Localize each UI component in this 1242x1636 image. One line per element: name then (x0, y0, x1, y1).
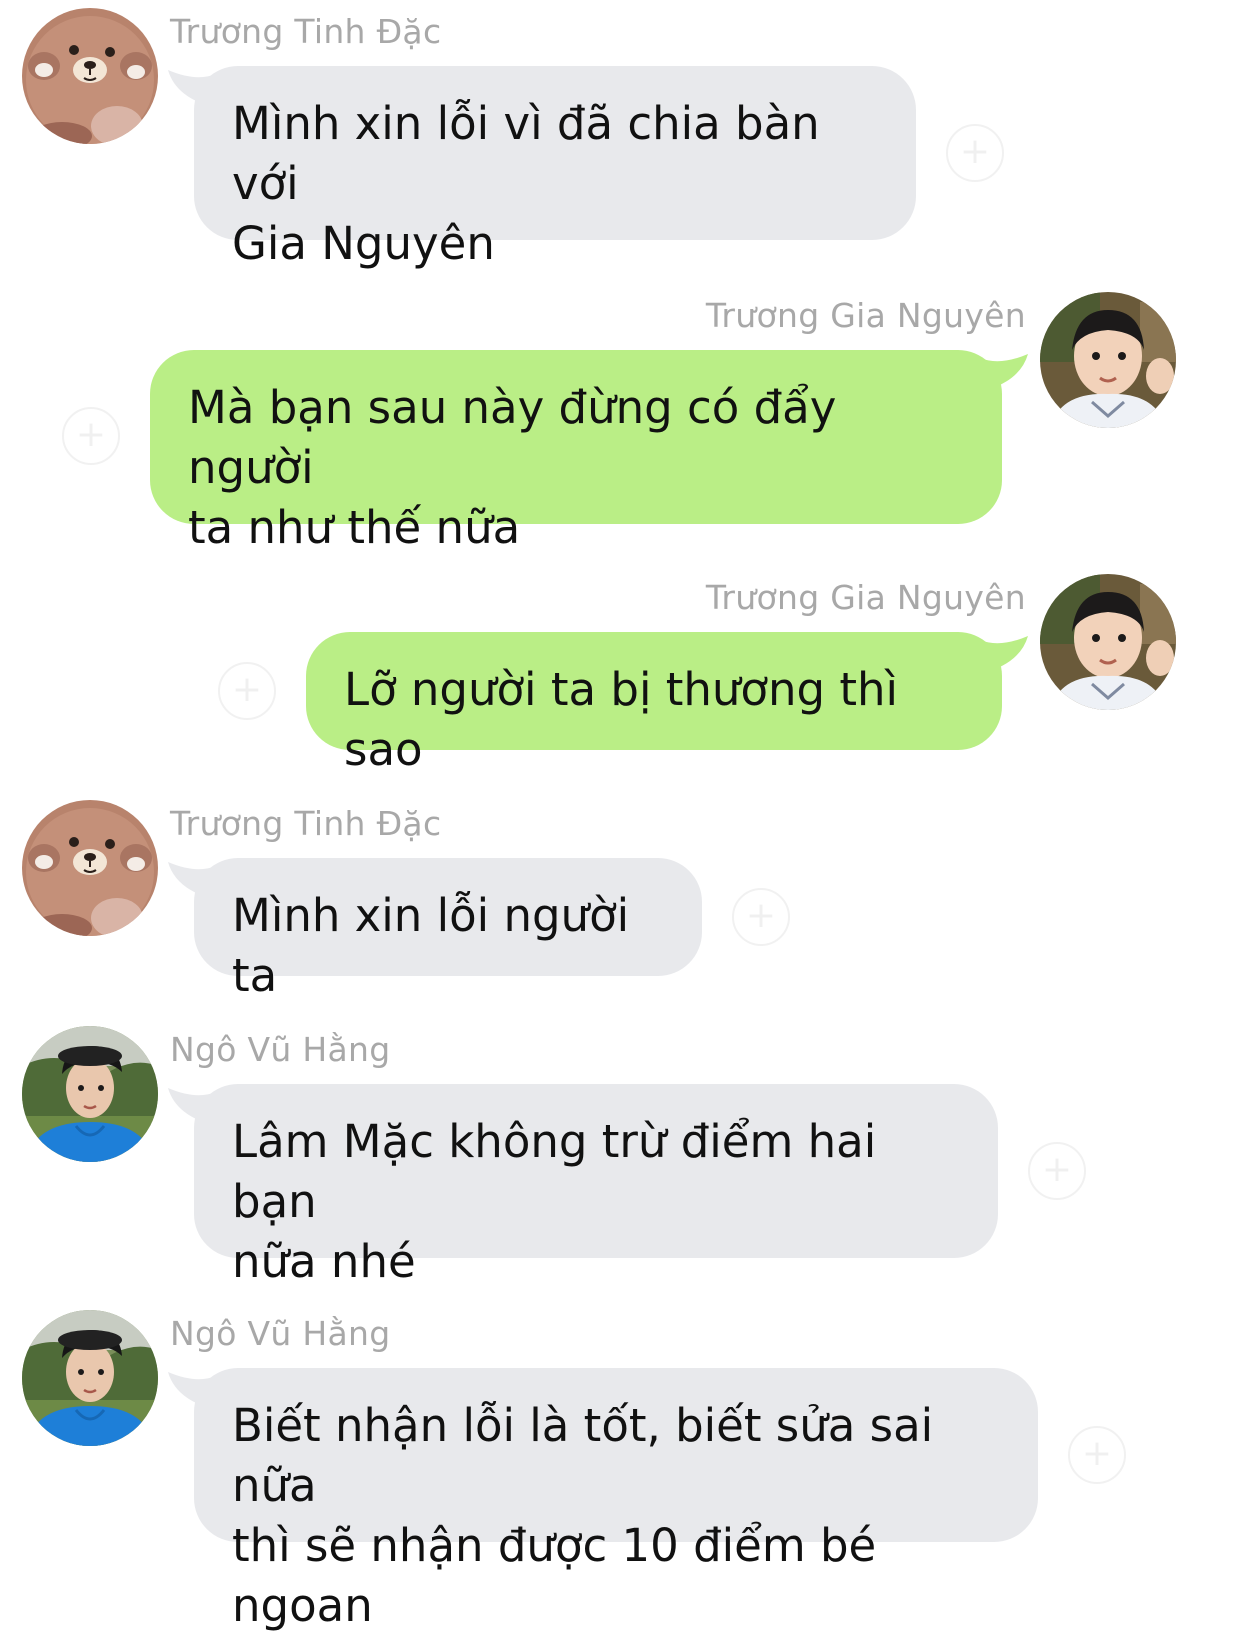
message-bubble[interactable]: Mà bạn sau này đừng có đẩy người ta như … (150, 350, 1002, 554)
bear-plush-avatar-image (22, 800, 158, 936)
message-bubble[interactable]: Lâm Mặc không trừ điểm hai bạn nữa nhé (194, 1084, 998, 1288)
child-photo-avatar-image (1040, 574, 1176, 710)
sender-name: Ngô Vũ Hằng (170, 1314, 391, 1353)
sender-name: Trương Tinh Đặc (170, 12, 442, 51)
message-bubble[interactable]: Mình xin lỗi vì đã chia bàn với Gia Nguy… (194, 66, 916, 270)
sender-name: Trương Tinh Đặc (170, 804, 442, 843)
add-reaction-icon[interactable]: + (218, 662, 276, 720)
avatar[interactable] (22, 1310, 158, 1446)
avatar[interactable] (22, 800, 158, 936)
young-man-photo-avatar-image (22, 1026, 158, 1162)
add-reaction-icon[interactable]: + (1028, 1142, 1086, 1200)
child-photo-avatar-image (1040, 292, 1176, 428)
add-reaction-icon[interactable]: + (62, 407, 120, 465)
message-bubble[interactable]: Mình xin lỗi người ta (194, 858, 702, 1002)
add-reaction-icon[interactable]: + (732, 888, 790, 946)
avatar[interactable] (22, 1026, 158, 1162)
sender-name: Trương Gia Nguyên (705, 296, 1026, 335)
message-bubble[interactable]: Lỡ người ta bị thương thì sao (306, 632, 1002, 776)
avatar[interactable] (1040, 292, 1176, 428)
young-man-photo-avatar-image (22, 1310, 158, 1446)
avatar[interactable] (22, 8, 158, 144)
sender-name: Ngô Vũ Hằng (170, 1030, 391, 1069)
avatar[interactable] (1040, 574, 1176, 710)
bear-plush-avatar-image (22, 8, 158, 144)
add-reaction-icon[interactable]: + (946, 124, 1004, 182)
add-reaction-icon[interactable]: + (1068, 1426, 1126, 1484)
message-bubble[interactable]: Biết nhận lỗi là tốt, biết sửa sai nữa t… (194, 1368, 1038, 1632)
sender-name: Trương Gia Nguyên (705, 578, 1026, 617)
